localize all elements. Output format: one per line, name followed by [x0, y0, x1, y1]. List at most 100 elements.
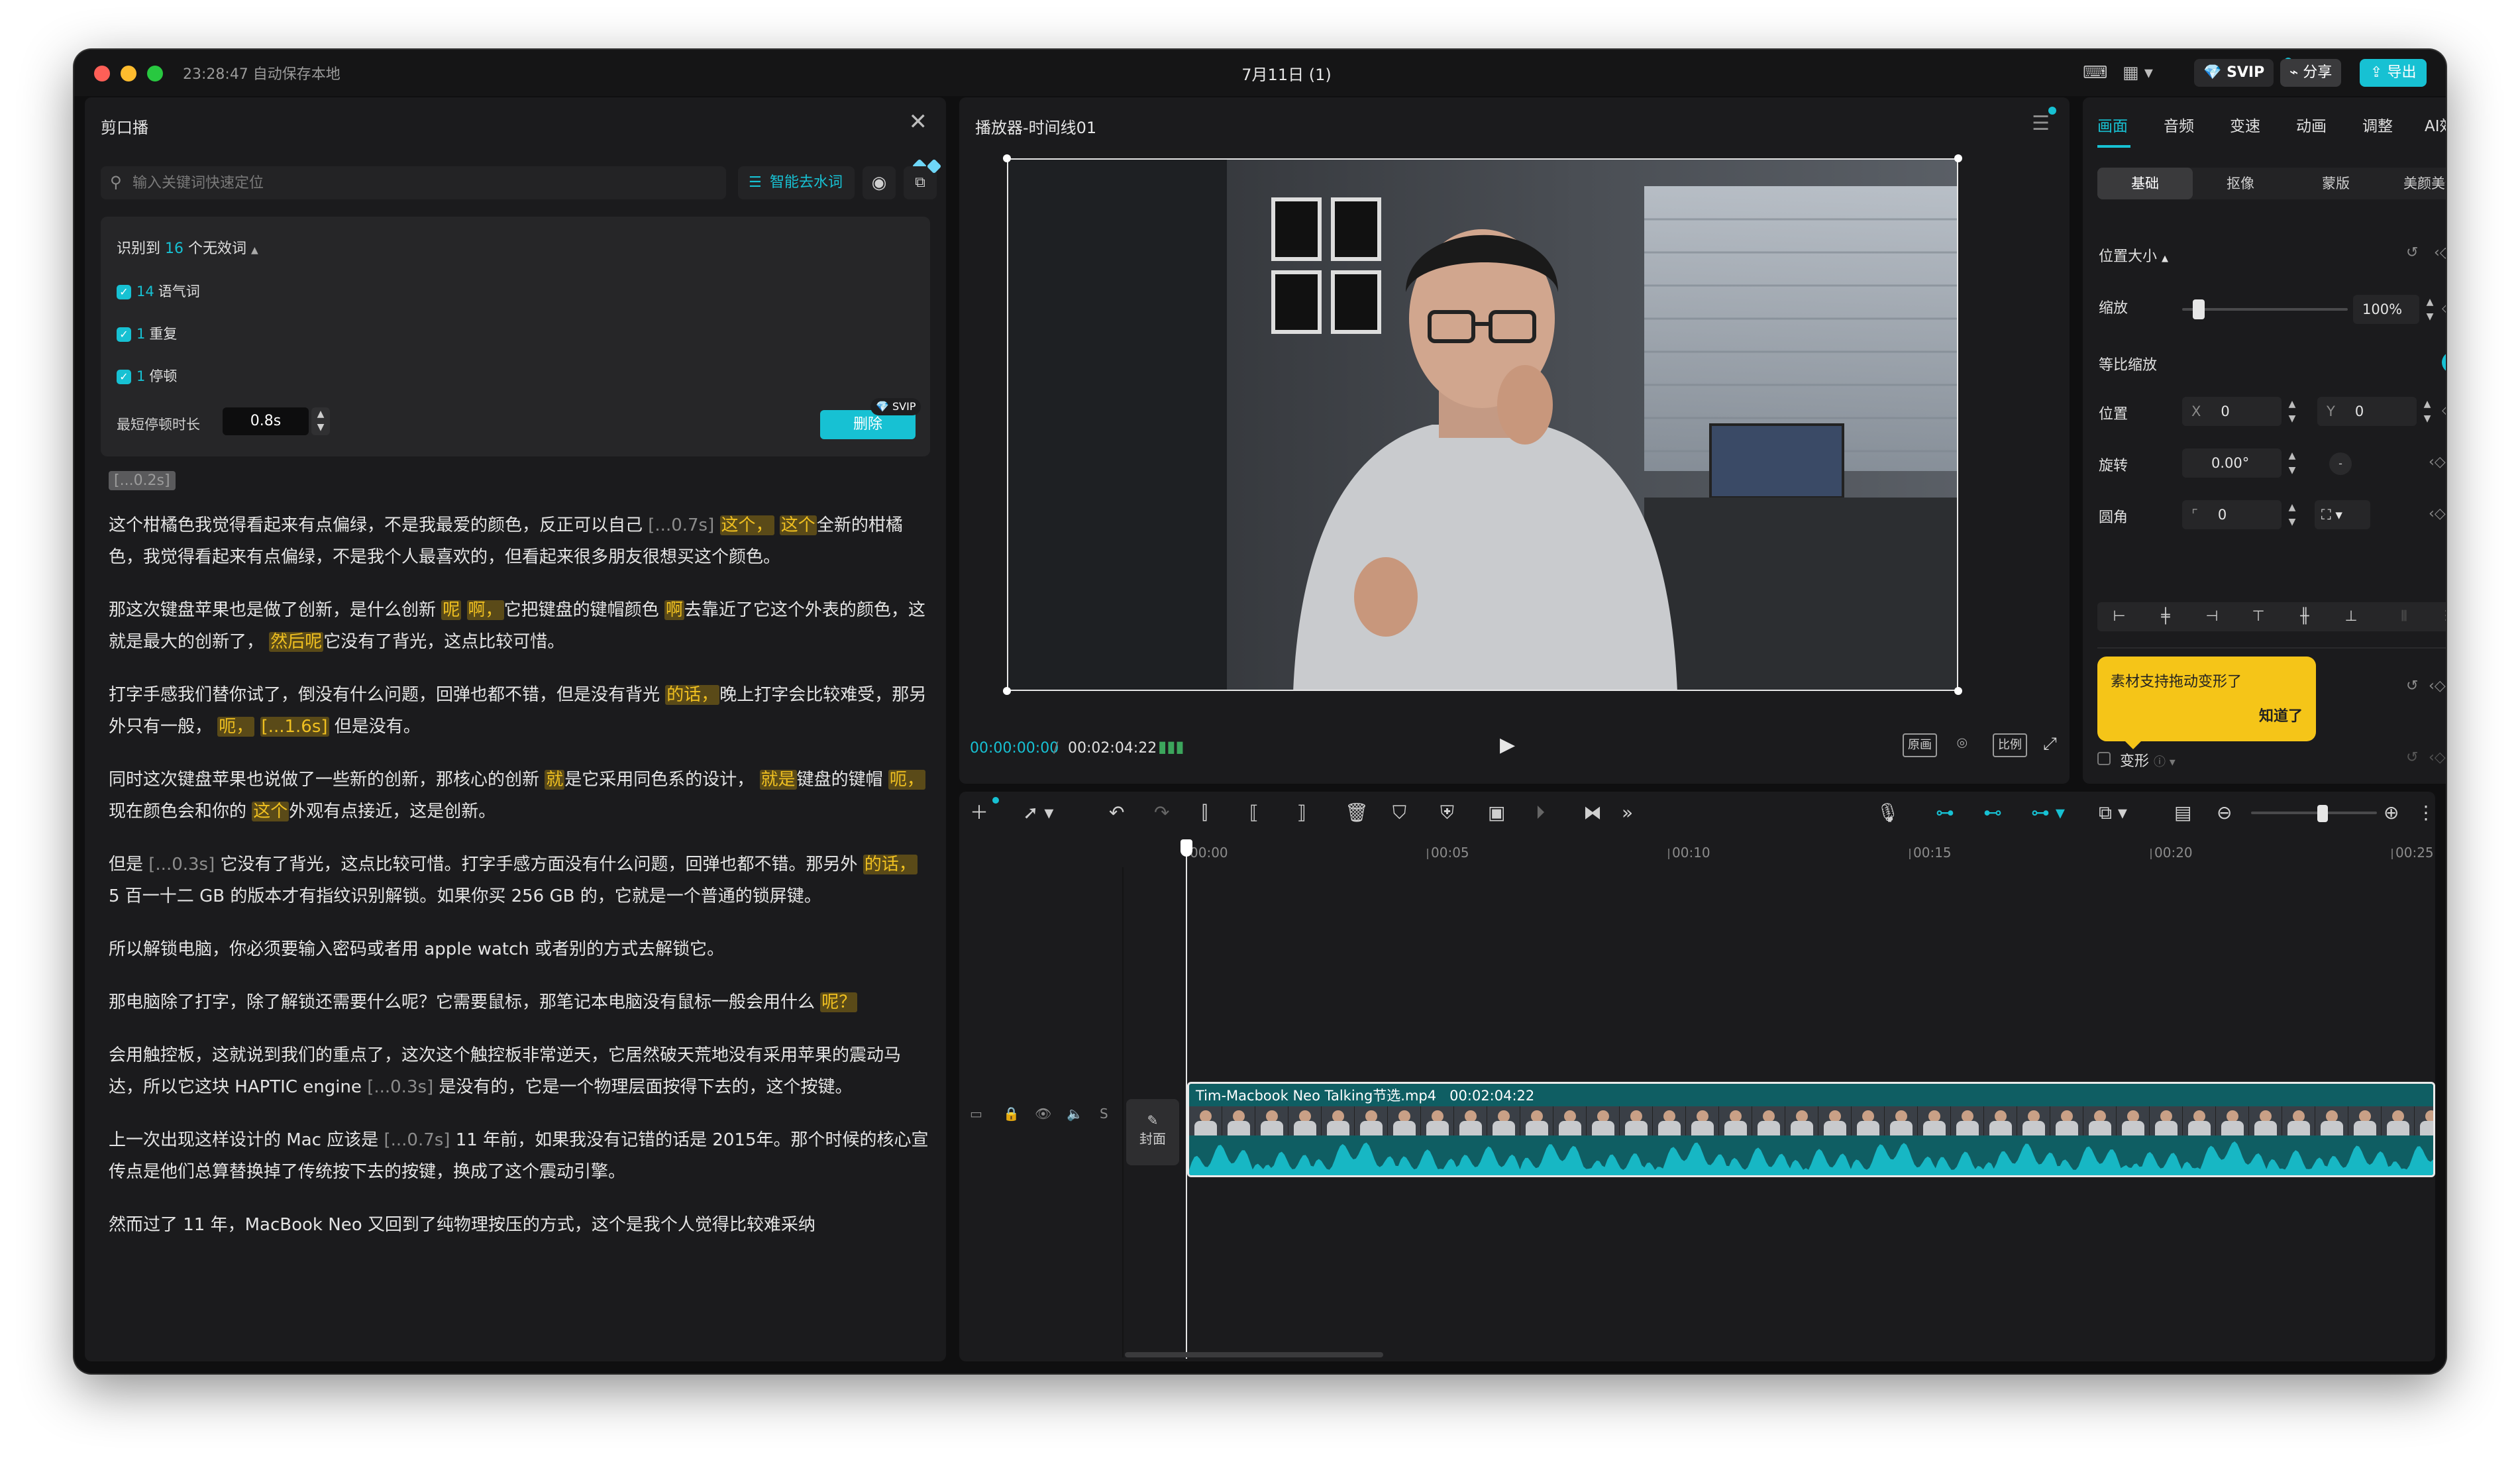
position-x-stepper[interactable]: ▲ ▼: [2284, 397, 2300, 426]
zoom-in-icon[interactable]: ⊕: [2384, 801, 2399, 825]
section-position-size[interactable]: 位置大小 ▲: [2099, 244, 2168, 266]
zoom-slider-knob[interactable]: [2317, 805, 2328, 822]
microphone-icon[interactable]: 🎙: [1876, 801, 1900, 825]
tab-ai-effects[interactable]: AI效果: [2425, 113, 2446, 136]
filler-word[interactable]: 然后呢: [269, 632, 324, 652]
mirror-icon[interactable]: ⧓: [1583, 801, 1602, 825]
transform-handle[interactable]: [1954, 687, 1962, 695]
reset-icon[interactable]: ↺: [2406, 678, 2418, 694]
pause-marker[interactable]: [...0.3s]: [148, 855, 215, 874]
volume-icon[interactable]: 🔈: [1067, 1106, 1083, 1122]
position-x-input[interactable]: X0: [2182, 397, 2282, 426]
solo-icon[interactable]: S: [1100, 1106, 1108, 1122]
track-visibility-icon[interactable]: ▭: [970, 1106, 982, 1122]
transcript-paragraph[interactable]: 打字手感我们替你试了，倒没有什么问题，回弹也都不错，但是没有背光 的话，晚上打字…: [109, 679, 930, 743]
filler-word[interactable]: 呢？: [820, 992, 858, 1012]
zoom-window-button[interactable]: [147, 66, 163, 81]
subtab-cutout[interactable]: 抠像: [2193, 168, 2288, 199]
detection-title[interactable]: 识别到 16 个无效词 ▲: [117, 237, 258, 258]
add-icon[interactable]: ＋: [970, 801, 988, 825]
filler-word[interactable]: 呃，: [888, 770, 925, 790]
fullscreen-icon[interactable]: ⤢: [2039, 733, 2061, 757]
transcript-text[interactable]: 这个柑橘色我觉得看起来有点偏绿，不是我最爱的颜色，反正可以自己 [...0.7s…: [109, 509, 930, 1361]
cover-button[interactable]: ✎ 封面: [1126, 1099, 1179, 1165]
rotate-input[interactable]: 0.00°: [2182, 448, 2282, 478]
minimize-window-button[interactable]: [121, 66, 136, 81]
corner-input[interactable]: ⌜ 0: [2182, 500, 2282, 529]
smart-remove-filler-button[interactable]: ☰ 智能去水词: [738, 166, 855, 199]
position-y-input[interactable]: Y0: [2317, 397, 2417, 426]
corner-style-select[interactable]: ⛶ ▾: [2315, 500, 2370, 529]
subtab-beauty[interactable]: 美颜美体: [2384, 168, 2446, 199]
split-left-icon[interactable]: ⟦: [1249, 801, 1259, 825]
search-input[interactable]: [132, 166, 715, 199]
position-y-stepper[interactable]: ▲ ▼: [2419, 397, 2435, 426]
close-icon[interactable]: ✕: [909, 111, 928, 133]
zoom-slider[interactable]: [2251, 812, 2377, 814]
menu-icon[interactable]: ☰: [2032, 112, 2050, 135]
export-button[interactable]: ⇪ 导出: [2360, 59, 2427, 87]
transcript-paragraph[interactable]: 同时这次键盘苹果也说做了一些新的创新，那核心的创新 就是它采用同色系的设计， 就…: [109, 764, 930, 827]
keyframe-icon[interactable]: ◇›: [2442, 300, 2446, 317]
transform-handle[interactable]: [1003, 687, 1011, 695]
eye-icon[interactable]: 👁: [1035, 1106, 1051, 1122]
more-tools-icon[interactable]: »: [1622, 801, 1633, 825]
transcript-paragraph[interactable]: 然而过了 11 年，MacBook Neo 又回到了纯物理按压的方式，这个是我个…: [109, 1209, 930, 1241]
time-ruler[interactable]: 00:00 00:05 00:10 00:15 00:20 00:25: [1186, 841, 2435, 867]
filler-word[interactable]: [...1.6s]: [260, 717, 329, 737]
transform-label[interactable]: 变形 ⓘ ▾: [2120, 749, 2176, 770]
transcript-paragraph[interactable]: 上一次出现这样设计的 Mac 应该是 [...0.7s] 11 年前，如果我没有…: [109, 1124, 930, 1188]
scale-stepper[interactable]: ▲ ▼: [2422, 295, 2438, 324]
align-top-icon[interactable]: ⊤: [2248, 607, 2268, 626]
play-icon[interactable]: ▶: [1500, 733, 1515, 757]
undo-icon[interactable]: ↶: [1109, 801, 1124, 825]
subtab-mask[interactable]: 蒙版: [2288, 168, 2384, 199]
check-pauses[interactable]: ✓ 1 停顿: [117, 366, 177, 386]
tab-audio[interactable]: 音频: [2164, 113, 2194, 136]
layout-icon[interactable]: ▦ ▾: [2123, 60, 2153, 85]
video-preview[interactable]: [1007, 158, 1958, 691]
transcript-paragraph[interactable]: 但是 [...0.3s] 它没有了背光，这点比较可惜。打字手感方面没有什么问题，…: [109, 849, 930, 912]
filler-word[interactable]: 呃，: [217, 717, 255, 737]
more-icon[interactable]: ⋮: [2417, 801, 2435, 825]
keyframe-icon[interactable]: ‹◇›: [2429, 678, 2446, 694]
svip-button[interactable]: 💎 SVIP: [2194, 59, 2274, 87]
zoom-out-icon[interactable]: ⊖: [2217, 801, 2232, 825]
shortcut-icon[interactable]: ⌨: [2083, 60, 2108, 85]
rotate-stepper[interactable]: ▲ ▼: [2284, 448, 2300, 478]
magnet-icon[interactable]: ⊶: [1936, 801, 1954, 825]
align-hcenter-icon[interactable]: ╪: [2156, 607, 2176, 626]
check-filler-words[interactable]: ✓ 14 语气词: [117, 282, 200, 301]
preview-axis-icon[interactable]: ⊶ ▾: [2031, 801, 2065, 825]
align-bottom-icon[interactable]: ⊥: [2341, 607, 2361, 626]
tooltip-ok-button[interactable]: 知道了: [2259, 704, 2303, 725]
shield-icon[interactable]: ⛨: [1440, 801, 1454, 825]
freeze-icon[interactable]: ▣: [1488, 801, 1505, 825]
transform-checkbox[interactable]: [2097, 752, 2111, 765]
filler-word[interactable]: 呢: [441, 600, 462, 620]
scale-slider-knob[interactable]: [2193, 299, 2205, 319]
eye-icon[interactable]: ◉: [863, 166, 896, 199]
linkage-icon[interactable]: ⧉ ▾: [2099, 801, 2127, 825]
transcript-paragraph[interactable]: 会用触控板，这就说到我们的重点了，这次这个触控板非常逆天，它居然破天荒地没有采用…: [109, 1039, 930, 1103]
lock-icon[interactable]: 🔒: [1003, 1106, 1020, 1122]
share-button[interactable]: ⌁ 分享: [2280, 59, 2342, 87]
filler-word[interactable]: 就: [545, 770, 565, 790]
subtab-basic[interactable]: 基础: [2097, 168, 2193, 199]
keyword-search[interactable]: ⚲: [101, 166, 726, 199]
scale-slider[interactable]: [2182, 308, 2348, 311]
keyframe-icon[interactable]: ‹◇›: [2429, 505, 2446, 522]
split-icon[interactable]: ⫿: [1202, 801, 1208, 825]
horizontal-scrollbar[interactable]: [1125, 1352, 1383, 1357]
rotate-dial[interactable]: -: [2329, 452, 2352, 475]
transform-handle[interactable]: [1954, 154, 1962, 162]
tab-adjust[interactable]: 调整: [2362, 113, 2393, 136]
keyframe-icon[interactable]: ‹◇›: [2429, 454, 2446, 470]
original-quality-button[interactable]: 原画: [1903, 733, 1937, 757]
video-clip[interactable]: Tim-Macbook Neo Talking节选.mp4 00:02:04:2…: [1187, 1082, 2435, 1177]
align-vcenter-icon[interactable]: ╫: [2295, 607, 2315, 626]
pause-marker[interactable]: [...0.3s]: [367, 1077, 433, 1097]
split-right-icon[interactable]: ⟧: [1297, 801, 1306, 825]
corner-stepper[interactable]: ▲ ▼: [2284, 500, 2300, 529]
filler-word[interactable]: 这个: [779, 515, 817, 535]
